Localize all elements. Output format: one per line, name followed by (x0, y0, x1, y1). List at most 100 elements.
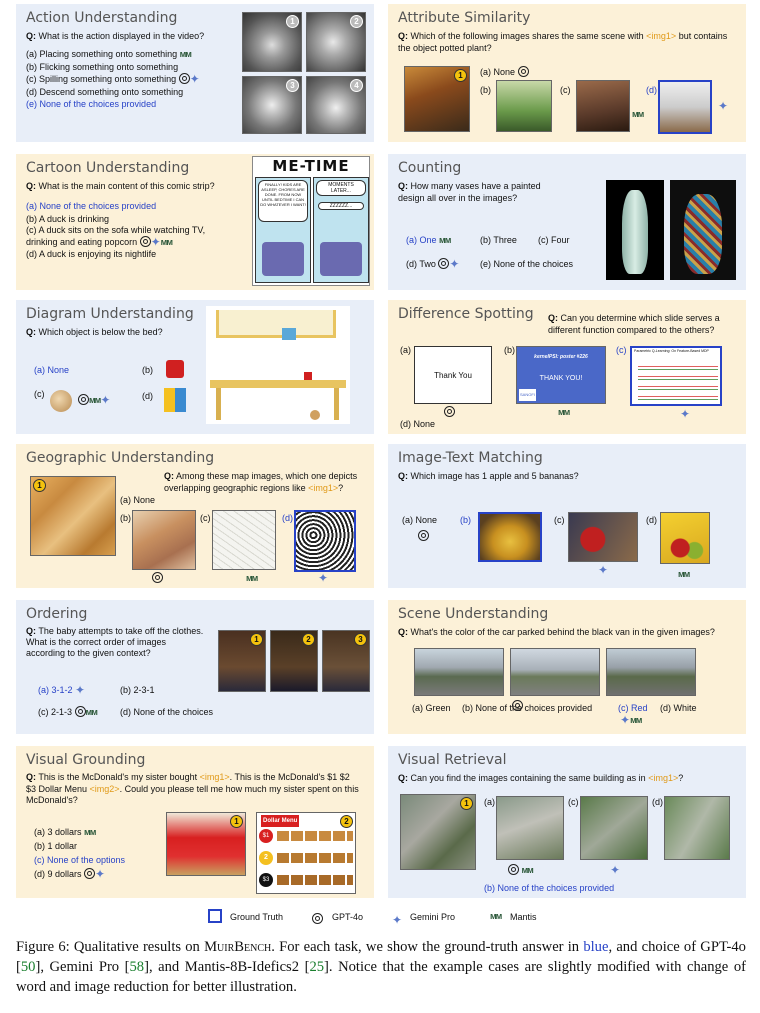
image-c (568, 512, 638, 562)
question: Q: Can you determine which slide serves … (548, 313, 720, 335)
option-c: (c) A duck sits on the sofa while watchi… (26, 225, 206, 249)
option-b: (b) 1 dollar (34, 841, 78, 851)
option-c: (c) Four (538, 235, 570, 245)
option-a-ground-truth: (a) One ᴍᴍ (406, 235, 451, 245)
gpt-icon (178, 73, 190, 84)
gpt-icon (508, 864, 519, 875)
option-b-label: (b) (504, 345, 515, 355)
happy-meal-image: 1 (166, 812, 246, 876)
question: Q: How many vases have a painted design … (398, 181, 541, 203)
question: Q: This is the McDonald's my sister boug… (26, 772, 359, 805)
option-c: (c) 2-1-3 ᴍᴍ (38, 706, 98, 717)
gpt-icon (152, 572, 163, 584)
panel-visual-retrieval: Visual Retrieval Q: Can you find the ima… (388, 746, 746, 898)
option-d-blocks-image (164, 388, 186, 412)
bed-diagram (206, 306, 350, 424)
option-a: (a) 3 dollars ᴍᴍ (34, 827, 96, 837)
gemini-icon: ✦ (680, 407, 691, 421)
option-d: (d) 9 dollars ✦ (34, 867, 106, 881)
gemini-icon: ✦ (449, 257, 460, 271)
option-c-label: (c) (34, 389, 45, 399)
video-frame-2: 2 (306, 12, 366, 72)
speech-bubble-1: FINALLY! KIDS ARE ASLEEP, CHORES ARE DON… (258, 180, 308, 222)
option-b-label: (b) (480, 85, 491, 95)
gemini-icon: ✦ (95, 867, 106, 881)
aerial-image-c (580, 796, 648, 860)
panel-title: Scene Understanding (398, 606, 549, 622)
panel-scene-understanding: Scene Understanding Q: What's the color … (388, 600, 746, 734)
vase-image-2 (670, 180, 736, 280)
mantis-icon: ᴍᴍ (85, 707, 98, 717)
legend-gpt: GPT-4o (332, 912, 364, 922)
comic-panel-1: FINALLY! KIDS ARE ASLEEP, CHORES ARE DON… (255, 177, 311, 283)
option-a-ground-truth: (a) 3-1-2 ✦ (38, 683, 86, 697)
option-a-label: (a) (484, 797, 495, 807)
question: Q: What's the color of the car parked be… (398, 627, 715, 637)
mantis-icon: ᴍᴍ (84, 827, 96, 837)
option-d-label: (d) (282, 513, 293, 523)
icons-c: ✦ᴍᴍ (620, 713, 642, 727)
option-c-label: (c) (554, 515, 565, 525)
legend: Ground Truth GPT-4o ✦ Gemini Pro ᴍᴍ Mant… (208, 908, 568, 926)
gemini-icon: ✦ (318, 571, 329, 585)
mantis-icon: ᴍᴍ (678, 569, 690, 579)
question: Q: Which image has 1 apple and 5 bananas… (398, 471, 579, 481)
video-frame-4: 4 (306, 76, 366, 134)
option-d-label: (d) (646, 85, 657, 95)
mantis-icon: ᴍᴍ (89, 395, 101, 405)
option-b-label: (b) (142, 365, 153, 375)
option-d: (d) None (400, 419, 436, 429)
aerial-image-a (496, 796, 564, 860)
ref-link[interactable]: 50 (21, 959, 36, 975)
mantis-icon: ᴍᴍ (521, 865, 534, 875)
street-image-3 (606, 648, 696, 696)
option-d: (d) Two ✦ (406, 257, 460, 271)
vase-image-1 (606, 180, 664, 280)
panel-title: Image-Text Matching (398, 450, 543, 466)
legend-gemini: Gemini Pro (410, 912, 456, 922)
aerial-image-d (664, 796, 730, 860)
mantis-icon: ᴍᴍ (490, 911, 502, 921)
panel-difference-spotting: Difference Spotting Q: Can you determine… (388, 300, 746, 434)
gemini-icon: ✦ (598, 563, 609, 577)
aerial-image-1: 1 (400, 794, 476, 870)
image-d (660, 512, 710, 564)
answer-ground-truth: (b) None of the choices provided (484, 883, 615, 893)
mantis-icon: ᴍᴍ (632, 109, 644, 119)
option-b-dice-image (166, 360, 184, 378)
video-frame-3: 3 (242, 76, 302, 134)
gpt-icon (444, 406, 455, 418)
option-a-ground-truth: (a) None (34, 365, 70, 375)
gemini-icon: ✦ (718, 99, 729, 113)
sofa-1 (262, 242, 304, 276)
question: Q: Which of the following images shares … (398, 31, 728, 53)
dollar-menu-image: Dollar Menu $1 2 $3 2 (256, 812, 356, 894)
sofa-2 (320, 242, 362, 276)
option-c-ground-truth: (c) None of the options (34, 855, 126, 865)
street-image-2 (510, 648, 600, 696)
panel-action-understanding: Action Understanding Q: What is the acti… (16, 4, 374, 142)
ref-link[interactable]: 58 (130, 959, 145, 975)
map-image-d-ground-truth (294, 510, 356, 572)
panel-title: Counting (398, 160, 462, 176)
gemini-icon: ✦ (620, 713, 631, 727)
comic-strip: ME-TIME FINALLY! KIDS ARE ASLEEP, CHORES… (252, 156, 370, 286)
panel-attribute-similarity: Attribute Similarity Q: Which of the fol… (388, 4, 746, 142)
question: Q: Can you find the images containing th… (398, 773, 684, 783)
slide-b-image: kernelPSI: poster #226 THANK YOU! SANOFI (516, 346, 606, 404)
question: Q: Among these map images, which one dep… (164, 471, 358, 493)
gemini-icon: ✦ (100, 393, 111, 407)
option-d-label: (d) (652, 797, 663, 807)
comic-title: ME-TIME (272, 157, 350, 175)
question: Q: What is the main content of this comi… (26, 181, 215, 191)
ground-truth-swatch (208, 909, 222, 923)
option-a: (a) None (480, 66, 529, 79)
gemini-icon: ✦ (610, 863, 621, 877)
panel-image-text-matching: Image-Text Matching Q: Which image has 1… (388, 444, 746, 588)
order-image-3: 3 (322, 630, 370, 692)
mantis-icon: ᴍᴍ (246, 573, 258, 583)
option-b-label: (b) (460, 515, 471, 525)
option-a: (a) None (120, 495, 156, 505)
ref-link[interactable]: 25 (309, 959, 324, 975)
gpt-icon (78, 394, 89, 405)
